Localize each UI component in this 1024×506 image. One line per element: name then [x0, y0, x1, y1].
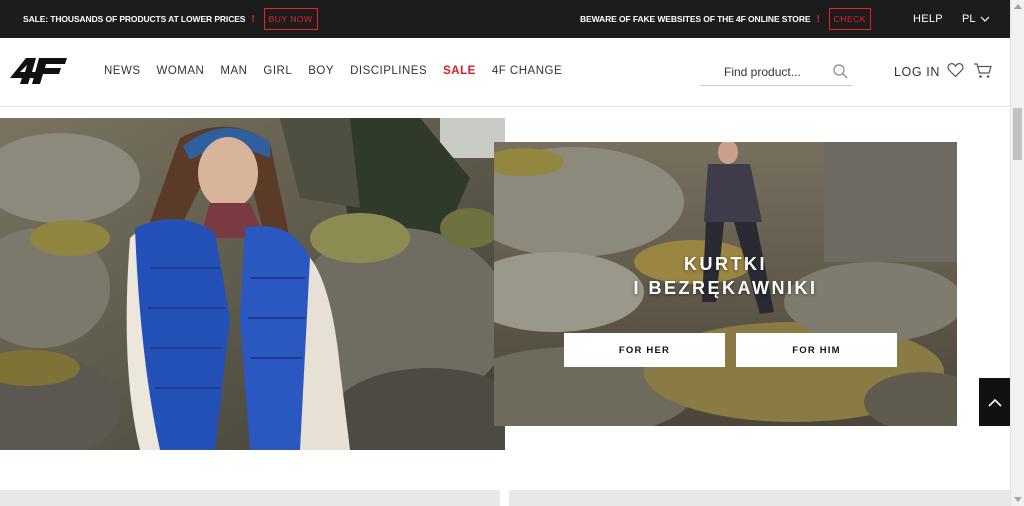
chevron-down-icon: [981, 16, 990, 22]
banner-title-line1: KURTKI: [684, 254, 767, 274]
nav-disciplines[interactable]: DISCIPLINES: [350, 65, 427, 77]
nav-boy[interactable]: BOY: [308, 65, 334, 77]
exclamation-icon: !: [816, 13, 820, 25]
back-to-top-button[interactable]: [979, 378, 1011, 426]
chevron-up-icon: [988, 398, 1002, 407]
heart-icon[interactable]: [947, 62, 964, 78]
fake-sites-warning: BEWARE OF FAKE WEBSITES OF THE 4F ONLINE…: [580, 0, 871, 38]
buy-now-button[interactable]: BUY NOW: [263, 8, 318, 30]
language-selector[interactable]: PL: [962, 13, 990, 25]
nav-news[interactable]: NEWS: [104, 65, 141, 77]
for-him-button[interactable]: FOR HIM: [736, 333, 897, 367]
main-header: NEWS WOMAN MAN GIRL BOY DISCIPLINES SALE…: [0, 38, 1010, 107]
hero-image-woman-vest[interactable]: [0, 118, 505, 450]
scrollbar-thumb[interactable]: [1013, 108, 1022, 160]
4f-logo[interactable]: [8, 56, 68, 86]
help-link[interactable]: HELP: [913, 13, 943, 25]
nav-sale[interactable]: SALE: [443, 65, 476, 77]
exclamation-icon: !: [251, 13, 255, 25]
language-label: PL: [962, 13, 976, 25]
page-scrollbar[interactable]: [1010, 0, 1024, 506]
main-nav: NEWS WOMAN MAN GIRL BOY DISCIPLINES SALE…: [104, 65, 578, 77]
for-her-button[interactable]: FOR HER: [564, 333, 725, 367]
nav-girl[interactable]: GIRL: [263, 65, 292, 77]
search-box: [700, 58, 853, 86]
sale-promo-text: SALE: THOUSANDS OF PRODUCTS AT LOWER PRI…: [23, 14, 246, 24]
product-tile[interactable]: [509, 490, 1010, 506]
banner-title-line2: I BEZRĘKAWNIKI: [633, 278, 818, 298]
banner-title: KURTKI I BEZRĘKAWNIKI: [494, 252, 957, 300]
scroll-up-icon[interactable]: [1014, 3, 1022, 9]
login-link[interactable]: LOG IN: [894, 65, 940, 79]
nav-woman[interactable]: WOMAN: [157, 65, 205, 77]
product-tile[interactable]: [0, 490, 500, 506]
check-button[interactable]: CHECK: [828, 8, 871, 30]
search-input[interactable]: [700, 64, 820, 79]
fake-sites-warning-text: BEWARE OF FAKE WEBSITES OF THE 4F ONLINE…: [580, 14, 811, 24]
nav-man[interactable]: MAN: [220, 65, 247, 77]
search-icon[interactable]: [833, 64, 848, 79]
banner-jackets-vests[interactable]: KURTKI I BEZRĘKAWNIKI FOR HER FOR HIM: [494, 142, 957, 426]
scroll-down-icon[interactable]: [1014, 497, 1022, 503]
nav-4f-change[interactable]: 4F CHANGE: [492, 65, 562, 77]
cart-icon[interactable]: [973, 62, 992, 79]
top-promo-bar: SALE: THOUSANDS OF PRODUCTS AT LOWER PRI…: [0, 0, 1010, 38]
sale-promo: SALE: THOUSANDS OF PRODUCTS AT LOWER PRI…: [23, 0, 318, 38]
